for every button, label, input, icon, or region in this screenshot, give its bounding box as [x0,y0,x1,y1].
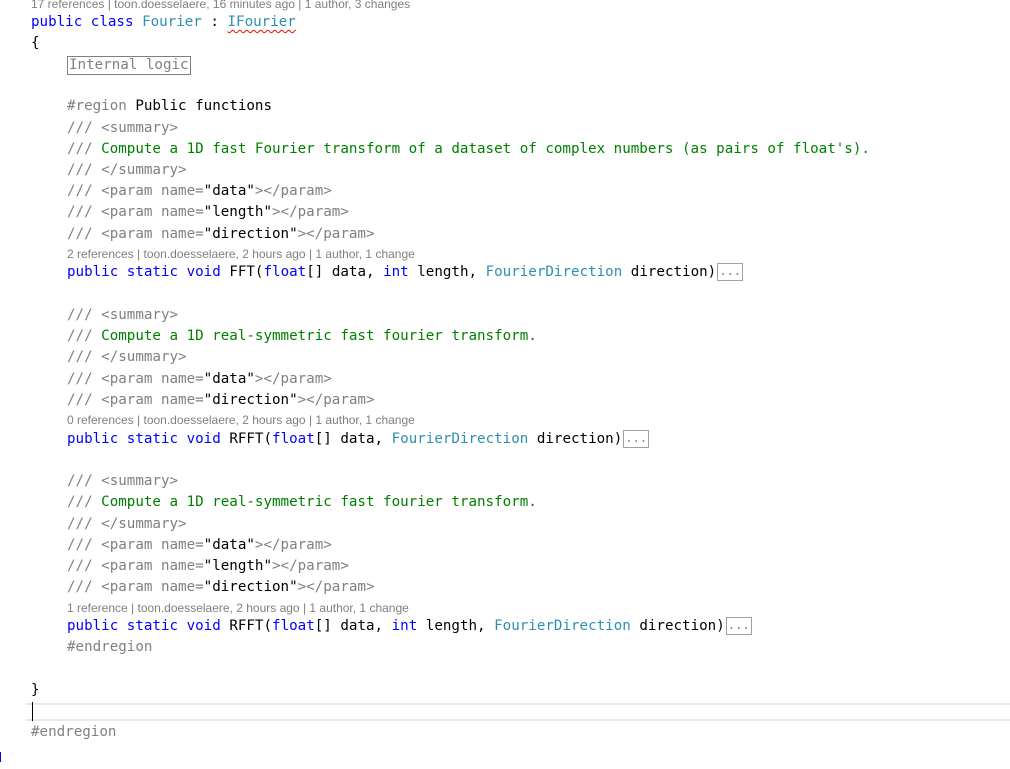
doc-param-data: /// <param name="data"></param> [67,537,332,553]
doc-param-length: /// <param name="length"></param> [67,558,349,574]
doc-param-data: /// <param name="data"></param> [67,183,332,199]
close-brace: } [31,682,40,698]
region-keyword: #region [67,98,127,114]
method-fft-signature: public static void FFT(float[] data, int… [67,262,744,282]
region-start: #region Public functions [67,96,272,116]
codelens-class[interactable]: 17 references | toon.doesselaere, 16 min… [31,0,410,12]
current-line-highlight [26,703,1010,721]
class-name[interactable]: Fourier [142,14,202,30]
method-rfft-name[interactable]: RFFT( [229,618,272,634]
doc-summary-text: /// Compute a 1D real-symmetric fast fou… [67,328,537,344]
text-caret [32,702,33,721]
doc-summary-close: /// </summary> [67,516,187,532]
doc-param-length: /// <param name="length"></param> [67,204,349,220]
doc-summary-close: /// </summary> [67,162,187,178]
region-name: Public functions [126,98,273,114]
doc-param-data: /// <param name="data"></param> [67,371,332,387]
interface-name-with-error[interactable]: IFourier [227,14,295,30]
collapsed-body-fft[interactable]: ... [717,263,744,281]
doc-summary-text: /// Compute a 1D fast Fourier transform … [67,141,870,157]
method-fft-name[interactable]: FFT( [229,264,263,280]
codelens-rfft-1[interactable]: 0 references | toon.doesselaere, 2 hours… [67,412,415,428]
region-end: #endregion [67,639,153,655]
doc-summary-open: /// <summary> [67,473,179,489]
doc-param-direction: /// <param name="direction"></param> [67,579,375,595]
codelens-rfft-2[interactable]: 1 reference | toon.doesselaere, 2 hours … [67,600,409,616]
collapsed-internal-logic[interactable]: Internal logic [67,55,191,75]
outer-region-end: #endregion [31,724,117,740]
codelens-fft[interactable]: 2 references | toon.doesselaere, 2 hours… [67,246,415,262]
open-brace: { [31,35,40,51]
doc-summary-text: /// Compute a 1D real-symmetric fast fou… [67,494,537,510]
doc-summary-close: /// </summary> [67,349,187,365]
keyword-class: class [90,14,134,30]
class-declaration: public class Fourier : IFourier [31,12,296,32]
doc-param-direction: /// <param name="direction"></param> [67,392,375,408]
code-editor[interactable]: 17 references | toon.doesselaere, 16 min… [0,0,1010,769]
doc-param-direction: /// <param name="direction"></param> [67,226,375,242]
inheritance-separator: : [201,14,228,30]
doc-summary-open: /// <summary> [67,307,179,323]
method-rfft-signature-1: public static void RFFT(float[] data, Fo… [67,429,650,449]
method-rfft-signature-2: public static void RFFT(float[] data, in… [67,616,752,636]
collapsed-body-rfft-1[interactable]: ... [623,430,650,448]
doc-summary-open: /// <summary> [67,120,179,136]
collapsed-body-rfft-2[interactable]: ... [725,617,752,635]
method-rfft-name[interactable]: RFFT( [229,431,272,447]
keyword-public: public [31,14,83,30]
collapsed-region-line: Internal logic [67,55,191,75]
margin-indicator [0,752,1,762]
